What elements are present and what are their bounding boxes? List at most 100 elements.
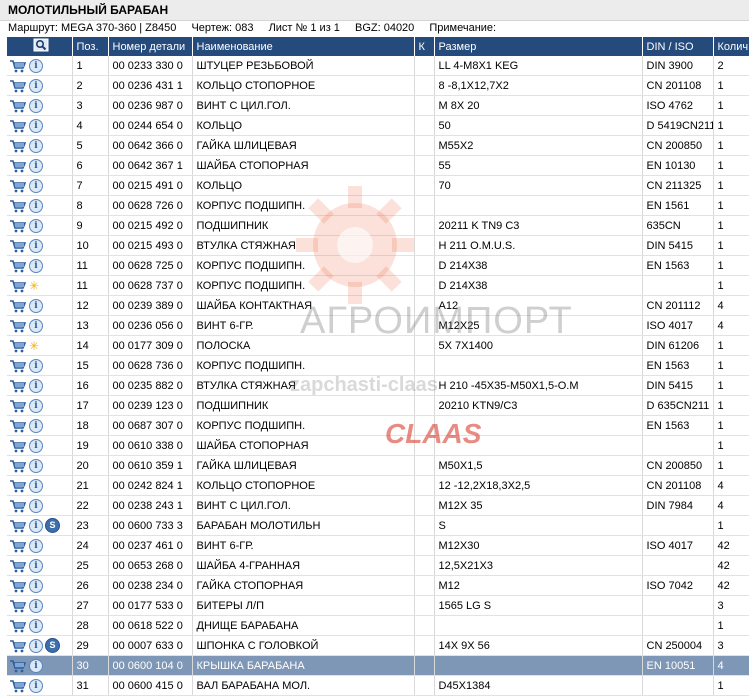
- cart-icon[interactable]: [9, 519, 27, 533]
- info-icon[interactable]: i: [29, 438, 43, 453]
- table-row[interactable]: i 7 00 0215 491 0 КОЛЬЦО 70 CN 211325 1: [7, 175, 749, 196]
- s-badge-icon[interactable]: S: [45, 638, 60, 653]
- info-icon[interactable]: i: [29, 238, 43, 253]
- cart-icon[interactable]: [9, 639, 27, 653]
- table-row[interactable]: i 16 00 0235 882 0 ВТУЛКА СТЯЖНАЯ H 210 -45X…: [7, 375, 749, 396]
- column-header-k[interactable]: К: [414, 37, 435, 56]
- cart-icon[interactable]: [9, 359, 27, 373]
- table-row[interactable]: i 13 00 0236 056 0 ВИНТ 6-ГР. M12X25 ISO 4017…: [7, 315, 749, 336]
- table-row[interactable]: i 26 00 0238 234 0 ГАЙКА СТОПОРНАЯ M12 ISO 70…: [7, 575, 749, 596]
- info-icon[interactable]: i: [29, 158, 43, 173]
- info-icon[interactable]: i: [29, 358, 43, 373]
- table-row[interactable]: ✳ 14 00 0177 309 0 ПОЛОСКА 5X 7X1400 DIN 6120…: [7, 335, 749, 356]
- cart-icon[interactable]: [9, 439, 27, 453]
- cart-icon[interactable]: [9, 559, 27, 573]
- table-row[interactable]: i 22 00 0238 243 1 ВИНТ С ЦИЛ.ГОЛ. M12X 35 DI…: [7, 495, 749, 516]
- table-row[interactable]: i 21 00 0242 824 1 КОЛЬЦО СТОПОРНОЕ 12 -12,2…: [7, 475, 749, 496]
- info-icon[interactable]: i: [29, 258, 43, 273]
- table-row[interactable]: i 25 00 0653 268 0 ШАЙБА 4-ГРАННАЯ 12,5X21X3…: [7, 555, 749, 576]
- table-row[interactable]: i 17 00 0239 123 0 ПОДШИПНИК 20210 KTN9/C3 D …: [7, 395, 749, 416]
- table-row[interactable]: i 20 00 0610 359 1 ГАЙКА ШЛИЦЕВАЯ M50X1,5 CN …: [7, 455, 749, 476]
- new-part-star-icon[interactable]: ✳: [29, 340, 39, 352]
- info-icon[interactable]: i: [29, 98, 43, 113]
- table-row[interactable]: i 1 00 0233 330 0 ШТУЦЕР РЕЗЬБОВОЙ LL 4-M8X1…: [7, 56, 749, 76]
- cart-icon[interactable]: [9, 59, 27, 73]
- column-header-din[interactable]: DIN / ISO: [642, 37, 714, 56]
- table-row[interactable]: i 12 00 0239 389 0 ШАЙБА КОНТАКТНАЯ A12 CN 20…: [7, 295, 749, 316]
- info-icon[interactable]: i: [29, 398, 43, 413]
- table-row[interactable]: i S 29 00 0007 633 0 ШПОНКА С ГОЛОВКОЙ 14X 9X…: [7, 635, 749, 656]
- table-row[interactable]: i 4 00 0244 654 0 КОЛЬЦО 50 D 5419CN211 1: [7, 115, 749, 136]
- cart-icon[interactable]: [9, 499, 27, 513]
- cart-icon[interactable]: [9, 259, 27, 273]
- table-row[interactable]: i 6 00 0642 367 1 ШАЙБА СТОПОРНАЯ 55 EN 10130…: [7, 155, 749, 176]
- cart-icon[interactable]: [9, 279, 27, 293]
- table-row[interactable]: i 18 00 0687 307 0 КОРПУС ПОДШИПН. EN 1563 1: [7, 415, 749, 436]
- cart-icon[interactable]: [9, 159, 27, 173]
- info-icon[interactable]: i: [29, 298, 43, 313]
- cart-icon[interactable]: [9, 139, 27, 153]
- info-icon[interactable]: i: [29, 58, 43, 73]
- cart-icon[interactable]: [9, 79, 27, 93]
- cart-icon[interactable]: [9, 579, 27, 593]
- table-row[interactable]: i 10 00 0215 493 0 ВТУЛКА СТЯЖНАЯ H 211 O.M.…: [7, 235, 749, 256]
- column-header-name[interactable]: Наименование: [192, 37, 415, 56]
- cart-icon[interactable]: [9, 459, 27, 473]
- cart-icon[interactable]: [9, 399, 27, 413]
- cart-icon[interactable]: [9, 99, 27, 113]
- table-row[interactable]: i 27 00 0177 533 0 БИТЕРЫ Л/П 1565 LG S 3: [7, 595, 749, 616]
- table-row[interactable]: i 19 00 0610 338 0 ШАЙБА СТОПОРНАЯ 1: [7, 435, 749, 456]
- info-icon[interactable]: i: [29, 638, 43, 653]
- cart-icon[interactable]: [9, 239, 27, 253]
- info-icon[interactable]: i: [29, 78, 43, 93]
- table-row[interactable]: i 11 00 0628 725 0 КОРПУС ПОДШИПН. D 214X38 E…: [7, 255, 749, 276]
- s-badge-icon[interactable]: S: [45, 518, 60, 533]
- info-icon[interactable]: i: [29, 498, 43, 513]
- info-icon[interactable]: i: [29, 418, 43, 433]
- info-icon[interactable]: i: [29, 318, 43, 333]
- table-row[interactable]: i 3 00 0236 987 0 ВИНТ С ЦИЛ.ГОЛ. M 8X 20 ISO…: [7, 95, 749, 116]
- table-row[interactable]: i 5 00 0642 366 0 ГАЙКА ШЛИЦЕВАЯ M55X2 CN 200…: [7, 135, 749, 156]
- info-icon[interactable]: i: [29, 458, 43, 473]
- cart-icon[interactable]: [9, 599, 27, 613]
- info-icon[interactable]: i: [29, 478, 43, 493]
- table-row[interactable]: i 31 00 0600 415 0 ВАЛ БАРАБАНА МОЛ. D45X138…: [7, 675, 749, 696]
- column-header-part-no[interactable]: Номер детали: [108, 37, 193, 56]
- cart-icon[interactable]: [9, 339, 27, 353]
- table-row[interactable]: ✳ 11 00 0628 737 0 КОРПУС ПОДШИПН. D 214X38 1: [7, 275, 749, 296]
- info-icon[interactable]: i: [29, 658, 43, 673]
- info-icon[interactable]: i: [29, 378, 43, 393]
- table-row[interactable]: i 15 00 0628 736 0 КОРПУС ПОДШИПН. EN 1563 1: [7, 355, 749, 376]
- cart-icon[interactable]: [9, 119, 27, 133]
- cart-icon[interactable]: [9, 679, 27, 693]
- cart-icon[interactable]: [9, 299, 27, 313]
- info-icon[interactable]: i: [29, 518, 43, 533]
- new-part-star-icon[interactable]: ✳: [29, 280, 39, 292]
- cart-icon[interactable]: [9, 199, 27, 213]
- info-icon[interactable]: i: [29, 198, 43, 213]
- cart-icon[interactable]: [9, 659, 27, 673]
- info-icon[interactable]: i: [29, 218, 43, 233]
- table-row[interactable]: i S 23 00 0600 733 3 БАРАБАН МОЛОТИЛЬН S 1: [7, 515, 749, 536]
- cart-icon[interactable]: [9, 539, 27, 553]
- table-row[interactable]: i 8 00 0628 726 0 КОРПУС ПОДШИПН. EN 1561 1: [7, 195, 749, 216]
- cart-icon[interactable]: [9, 179, 27, 193]
- info-icon[interactable]: i: [29, 118, 43, 133]
- table-row[interactable]: i 2 00 0236 431 1 КОЛЬЦО СТОПОРНОЕ 8 -8,1X12…: [7, 75, 749, 96]
- info-icon[interactable]: i: [29, 178, 43, 193]
- info-icon[interactable]: i: [29, 678, 43, 693]
- cart-icon[interactable]: [9, 419, 27, 433]
- info-icon[interactable]: i: [29, 538, 43, 553]
- info-icon[interactable]: i: [29, 618, 43, 633]
- table-row[interactable]: i 9 00 0215 492 0 ПОДШИПНИК 20211 K TN9 C3 63…: [7, 215, 749, 236]
- column-header-qty[interactable]: Колич...: [713, 37, 749, 56]
- cart-icon[interactable]: [9, 379, 27, 393]
- cart-icon[interactable]: [9, 219, 27, 233]
- column-header-pos[interactable]: Поз.: [72, 37, 109, 56]
- info-icon[interactable]: i: [29, 138, 43, 153]
- table-row[interactable]: i 30 00 0600 104 0 КРЫШКА БАРАБАНА EN 10051 4: [7, 655, 749, 676]
- column-header-search[interactable]: [7, 37, 73, 56]
- cart-icon[interactable]: [9, 619, 27, 633]
- info-icon[interactable]: i: [29, 598, 43, 613]
- search-icon[interactable]: [33, 38, 49, 52]
